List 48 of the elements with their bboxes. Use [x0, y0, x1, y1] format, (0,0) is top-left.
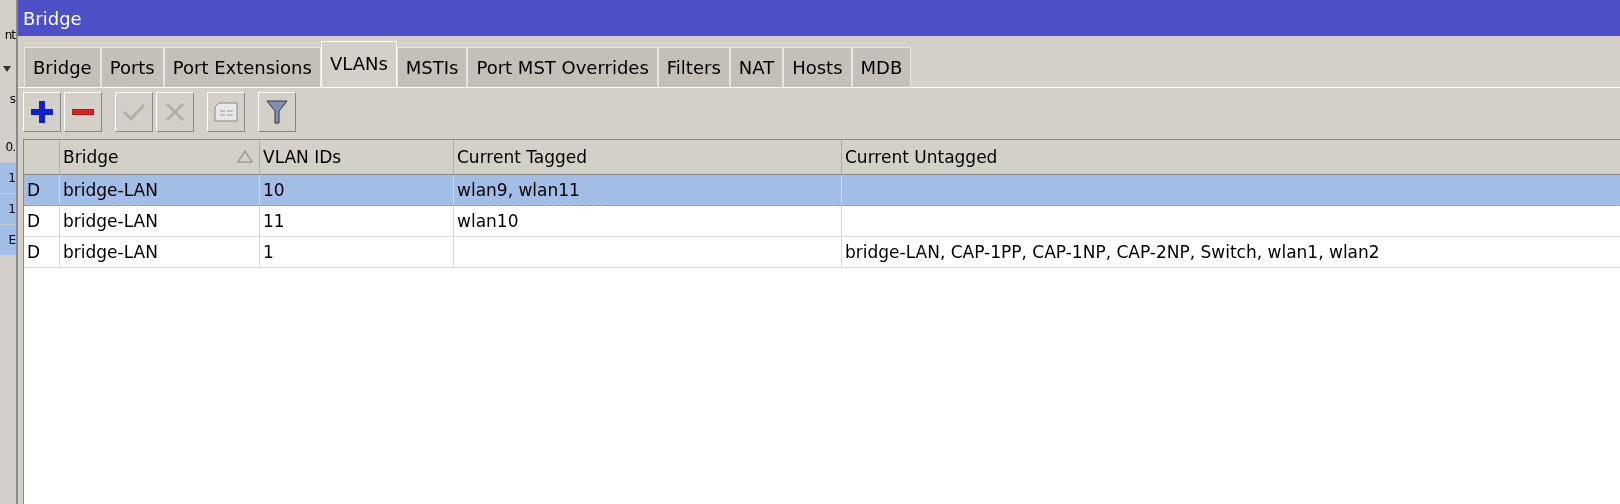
- note-icon: [214, 102, 238, 122]
- minus-icon: [72, 109, 94, 115]
- clipped-text: 1: [8, 171, 15, 185]
- table-cell: bridge-LAN: [63, 211, 158, 231]
- plus-icon: [31, 101, 53, 123]
- tab[interactable]: Ports: [100, 47, 164, 87]
- clipped-text: 0.: [5, 140, 15, 154]
- table-cell: D: [27, 211, 41, 231]
- cross-icon: [165, 102, 185, 122]
- add-button[interactable]: [23, 92, 61, 132]
- table-cell: wlan9, wlan11: [457, 180, 580, 200]
- table-row[interactable]: D bridge-LAN 11 wlan10: [24, 206, 1620, 237]
- caret-icon: [3, 65, 12, 73]
- clipped-text: 1: [8, 202, 15, 216]
- filter-button[interactable]: [258, 92, 296, 132]
- tab[interactable]: MDB: [851, 47, 912, 87]
- tab[interactable]: NAT: [729, 47, 784, 87]
- check-icon: [123, 103, 145, 121]
- tab[interactable]: Port Extensions: [163, 47, 321, 87]
- column-header[interactable]: Current Tagged: [454, 140, 842, 174]
- table-cell: 11: [263, 211, 285, 231]
- tab[interactable]: VLANs: [320, 41, 397, 87]
- table-row[interactable]: D bridge-LAN 1 bridge-LAN, CAP-1PP, CAP-1NP, CAP-2NP, Switch, wlan1, wlan2: [24, 237, 1620, 268]
- comment-button[interactable]: [207, 92, 245, 132]
- clipped-text: E: [8, 233, 15, 247]
- table-cell: 10: [263, 180, 285, 200]
- table-cell: D: [27, 242, 41, 262]
- window-title: Bridge: [23, 7, 82, 29]
- table-cell: bridge-LAN: [63, 242, 158, 262]
- column-header[interactable]: Bridge: [60, 140, 260, 174]
- table-cell: wlan10: [457, 211, 519, 231]
- table-cell: bridge-LAN, CAP-1PP, CAP-1NP, CAP-2NP, Switch, wlan1, wlan2: [845, 242, 1380, 262]
- table-row[interactable]: D bridge-LAN 10 wlan9, wlan11: [24, 175, 1620, 206]
- tab[interactable]: Filters: [657, 47, 730, 87]
- tab[interactable]: Port MST Overrides: [467, 47, 658, 87]
- tab[interactable]: MSTIs: [396, 47, 468, 87]
- remove-button[interactable]: [64, 92, 102, 132]
- table-cell: bridge-LAN: [63, 180, 158, 200]
- column-header[interactable]: VLAN IDs: [260, 140, 454, 174]
- clipped-text: nt: [4, 28, 15, 42]
- filter-icon: [266, 100, 288, 124]
- table-cell: 1: [263, 242, 274, 262]
- column-header[interactable]: Current Untagged: [842, 140, 1620, 174]
- table-cell: D: [27, 180, 41, 200]
- tab[interactable]: Hosts: [783, 47, 852, 87]
- sort-icon: [237, 150, 253, 163]
- tab[interactable]: Bridge: [24, 47, 101, 87]
- clipped-text: s: [9, 92, 15, 106]
